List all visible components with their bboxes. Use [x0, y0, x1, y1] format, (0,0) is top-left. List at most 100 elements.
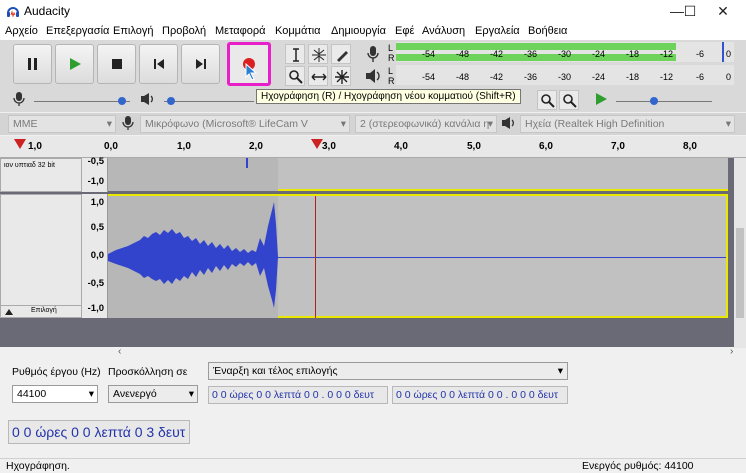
record-meter[interactable]: -54 -48 -42 -36 -30 -24 -18 -12 -6 0 — [396, 42, 734, 62]
speaker-icon[interactable] — [365, 68, 383, 84]
playback-device-select[interactable]: Ηχεία (Realtek High Definition ▾ — [520, 115, 735, 133]
amplitude-label: -1,0 — [87, 176, 104, 187]
play-tick: -54 — [422, 72, 436, 82]
amplitude-label: 1,0 — [90, 197, 104, 208]
record-tooltip: Ηχογράφηση (R) / Ηχογράφηση νέου κομματι… — [256, 89, 521, 104]
menu-help[interactable]: Βοήθεια — [528, 25, 567, 37]
audio-position-display[interactable]: 0 0 ώρες 0 0 λεπτά 0 3 δευτ — [8, 420, 190, 444]
record-tick: -6 — [696, 49, 705, 59]
menu-analyze[interactable]: Ανάλυση — [422, 25, 465, 37]
track-format-info: ιον υπτιαδ 32 bit — [4, 162, 55, 169]
amplitude-label: 0,0 — [90, 250, 104, 261]
ruler-tick: 2,0 — [249, 141, 263, 152]
input-device-microphone-icon — [122, 116, 134, 130]
amplitude-label: 0,5 — [90, 222, 104, 233]
pause-button[interactable] — [13, 44, 52, 84]
play-at-speed-icon[interactable] — [594, 92, 608, 106]
play-meter-left-label: L — [388, 66, 394, 76]
menu-file[interactable]: Αρχείο — [5, 25, 38, 37]
record-tick: -36 — [524, 49, 538, 59]
menu-generate[interactable]: Δημιουργία — [331, 25, 386, 37]
output-volume-speaker-icon — [141, 93, 153, 105]
playhead-line — [315, 196, 316, 318]
double-arrow-icon — [311, 73, 327, 81]
selection-tool[interactable] — [285, 44, 305, 64]
draw-tool[interactable] — [331, 44, 351, 64]
input-volume-microphone-icon — [13, 92, 25, 106]
horizontal-scrollbar[interactable]: ‹ › — [0, 346, 746, 359]
empty-track-space[interactable] — [0, 318, 746, 348]
record-tick: 0 — [726, 49, 732, 59]
recording-device-select[interactable]: Μικρόφωνο (Microsoft® LifeCam V ▾ — [140, 115, 350, 133]
stop-button[interactable] — [97, 44, 136, 84]
project-rate-combo[interactable]: 44100 ▾ — [12, 385, 98, 403]
timeline-ruler[interactable]: 1,0 0,0 1,0 2,0 3,0 4,0 5,0 6,0 7,0 8,0 — [0, 136, 746, 158]
track-control-panel-top[interactable]: ιον υπτιαδ 32 bit — [0, 158, 82, 192]
collapse-track-icon[interactable] — [5, 309, 13, 315]
track-control-panel[interactable]: Επιλογή — [0, 194, 82, 318]
snap-to-select[interactable]: Ανενεργό ▾ — [108, 385, 198, 403]
record-tick: -24 — [592, 49, 606, 59]
recording-channels-select[interactable]: 2 (στερεοφωνικά) κανάλια η ▾ — [355, 115, 497, 133]
record-tick: -18 — [626, 49, 640, 59]
menu-tracks[interactable]: Κομμάτια — [275, 25, 321, 37]
ruler-tick: 1,0 — [28, 141, 42, 152]
vertical-scrollbar[interactable] — [734, 158, 746, 348]
menu-view[interactable]: Προβολή — [162, 25, 206, 37]
track-select-bar[interactable]: Επιλογή — [1, 305, 81, 318]
menu-transport[interactable]: Μεταφορά — [215, 25, 265, 37]
menu-edit[interactable]: Επεξεργασία — [46, 25, 109, 37]
skip-to-end-button[interactable] — [181, 44, 220, 84]
ruler-tick: 8,0 — [683, 141, 697, 152]
waveform[interactable] — [108, 194, 728, 318]
skip-to-start-button[interactable] — [139, 44, 178, 84]
close-button[interactable]: ✕ — [700, 0, 746, 22]
input-volume-thumb[interactable] — [118, 97, 126, 105]
multi-tool[interactable] — [331, 66, 351, 86]
record-tick: -12 — [660, 49, 674, 59]
microphone-icon[interactable] — [365, 45, 381, 63]
pencil-icon — [337, 51, 348, 62]
play-tick: 0 — [726, 72, 732, 82]
vertical-ruler-top: -0,5 -1,0 — [82, 156, 108, 192]
menu-effect[interactable]: Εφέ — [395, 25, 414, 37]
menu-tools[interactable]: Εργαλεία — [475, 25, 520, 37]
play-icon — [69, 58, 81, 70]
ruler-tick: 7,0 — [611, 141, 625, 152]
scroll-right-icon[interactable]: › — [730, 346, 733, 357]
zoom-in-icon — [541, 94, 555, 108]
playback-meter[interactable]: -54 -48 -42 -36 -30 -24 -18 -12 -6 0 — [396, 65, 734, 85]
zoom-out-icon — [563, 94, 577, 108]
input-volume-slider[interactable] — [34, 101, 130, 102]
play-tick: -42 — [490, 72, 504, 82]
audio-host-select[interactable]: MME ▾ — [8, 115, 116, 133]
zoom-out-button[interactable] — [559, 90, 579, 110]
stop-icon — [111, 59, 122, 69]
status-bar: Ηχογράφηση. Ενεργός ρυθμός: 44100 — [0, 458, 746, 473]
play-tick: -48 — [456, 72, 470, 82]
audio-waveform — [108, 202, 278, 308]
project-rate-label: Ρυθμός έργου (Hz) — [12, 366, 101, 378]
selection-mode-select[interactable]: Έναρξη και τέλος επιλογής ▾ — [208, 362, 568, 380]
time-shift-tool[interactable] — [308, 66, 328, 86]
title-bar: Audacity — ☐ ✕ — [0, 0, 746, 22]
track-select-button[interactable]: Επιλογή — [31, 307, 57, 314]
output-volume-thumb[interactable] — [167, 97, 175, 105]
mouse-cursor-icon — [245, 63, 258, 81]
record-tick: -30 — [558, 49, 572, 59]
zoom-tool[interactable] — [285, 66, 305, 86]
skip-end-icon — [195, 59, 206, 69]
selection-end-time[interactable]: 0 0 ώρες 0 0 λεπτά 0 0 . 0 0 0 δευτ — [392, 386, 568, 404]
envelope-tool[interactable] — [308, 44, 328, 64]
scroll-left-icon[interactable]: ‹ — [118, 346, 121, 357]
play-speed-thumb[interactable] — [650, 97, 658, 105]
menu-select[interactable]: Επιλογή — [113, 25, 153, 37]
zoom-in-button[interactable] — [537, 90, 557, 110]
waveform-top[interactable] — [108, 158, 728, 191]
play-speed-slider[interactable] — [616, 101, 712, 102]
ruler-tick: 6,0 — [539, 141, 553, 152]
play-button[interactable] — [55, 44, 94, 84]
play-meter-right-label: R — [388, 76, 395, 86]
selection-start-time[interactable]: 0 0 ώρες 0 0 λεπτά 0 0 . 0 0 0 δευτ — [208, 386, 388, 404]
output-volume-slider[interactable] — [164, 101, 254, 102]
